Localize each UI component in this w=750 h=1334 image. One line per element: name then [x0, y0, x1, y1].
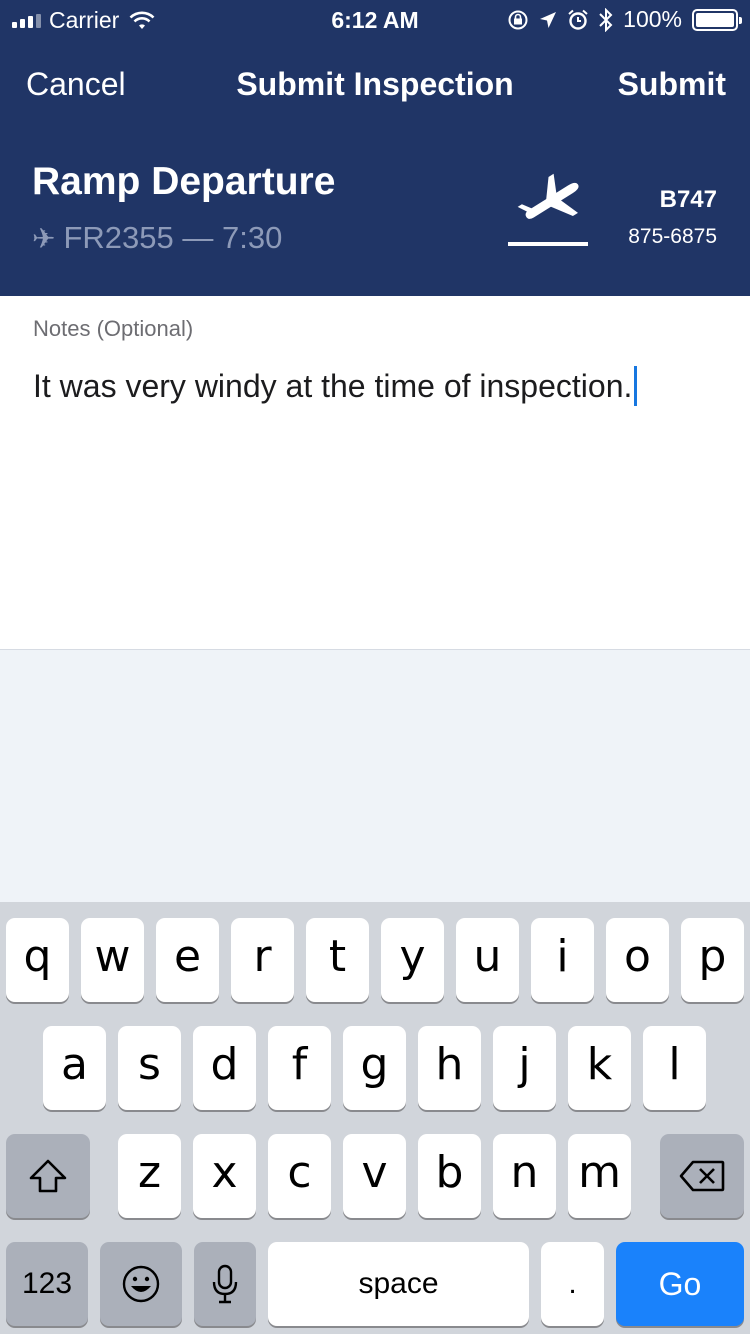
key-p[interactable]: p	[681, 918, 744, 1002]
key-q[interactable]: q	[6, 918, 69, 1002]
key-y[interactable]: y	[381, 918, 444, 1002]
notes-value: It was very windy at the time of inspect…	[33, 368, 633, 404]
rotation-lock-icon	[508, 10, 528, 29]
backspace-key[interactable]	[660, 1134, 744, 1218]
dictation-key[interactable]	[194, 1242, 256, 1326]
alarm-icon	[568, 9, 588, 30]
key-s[interactable]: s	[118, 1026, 181, 1110]
shift-icon	[29, 1159, 67, 1193]
airplane-icon: ✈	[32, 222, 56, 254]
flight-number-time: FR2355 — 7:30	[63, 220, 283, 255]
key-z[interactable]: z	[118, 1134, 181, 1218]
key-e[interactable]: e	[156, 918, 219, 1002]
location-arrow-icon	[540, 11, 557, 28]
notes-input[interactable]: It was very windy at the time of inspect…	[33, 365, 638, 406]
bluetooth-icon	[599, 7, 613, 32]
key-r[interactable]: r	[231, 918, 294, 1002]
key-a[interactable]: a	[43, 1026, 106, 1110]
shift-key[interactable]	[6, 1134, 90, 1218]
navigation-bar: Cancel Submit Inspection Submit	[0, 40, 750, 130]
key-j[interactable]: j	[493, 1026, 556, 1110]
key-d[interactable]: d	[193, 1026, 256, 1110]
microphone-icon	[212, 1264, 238, 1304]
key-i[interactable]: i	[531, 918, 594, 1002]
key-k[interactable]: k	[568, 1026, 631, 1110]
inspection-title: Ramp Departure	[32, 160, 336, 203]
key-t[interactable]: t	[306, 918, 369, 1002]
battery-icon	[692, 8, 742, 31]
key-n[interactable]: n	[493, 1134, 556, 1218]
key-g[interactable]: g	[343, 1026, 406, 1110]
status-right: 100%	[507, 6, 742, 33]
flight-info: ✈ FR2355 — 7:30	[32, 220, 282, 256]
cancel-button[interactable]: Cancel	[26, 66, 126, 103]
notes-label: Notes (Optional)	[33, 316, 194, 341]
key-u[interactable]: u	[456, 918, 519, 1002]
go-key[interactable]: Go	[616, 1242, 744, 1326]
submit-button[interactable]: Submit	[618, 66, 726, 103]
text-caret	[634, 365, 638, 406]
status-bar: Carrier 6:12 AM 100%	[0, 0, 750, 40]
key-l[interactable]: l	[643, 1026, 706, 1110]
emoji-key[interactable]	[100, 1242, 182, 1326]
period-key[interactable]: .	[541, 1242, 604, 1326]
takeoff-icon	[508, 173, 588, 246]
backspace-icon	[679, 1160, 725, 1192]
key-w[interactable]: w	[81, 918, 144, 1002]
key-v[interactable]: v	[343, 1134, 406, 1218]
numbers-key[interactable]: 123	[6, 1242, 88, 1326]
key-h[interactable]: h	[418, 1026, 481, 1110]
aircraft-type: B747	[659, 186, 717, 213]
key-b[interactable]: b	[418, 1134, 481, 1218]
inspection-header: Ramp Departure ✈ FR2355 — 7:30 B747 875-…	[0, 130, 750, 296]
battery-percent: 100%	[623, 6, 682, 32]
space-key[interactable]: space	[268, 1242, 529, 1326]
emoji-icon	[122, 1265, 160, 1303]
key-f[interactable]: f	[268, 1026, 331, 1110]
key-m[interactable]: m	[568, 1134, 631, 1218]
contact-number: 875-6875	[628, 225, 717, 248]
keyboard: q w e r t y u i o p a s d f g h j k l z …	[0, 902, 750, 1334]
notes-section: Notes (Optional) It was very windy at th…	[0, 296, 750, 650]
key-o[interactable]: o	[606, 918, 669, 1002]
key-x[interactable]: x	[193, 1134, 256, 1218]
key-c[interactable]: c	[268, 1134, 331, 1218]
